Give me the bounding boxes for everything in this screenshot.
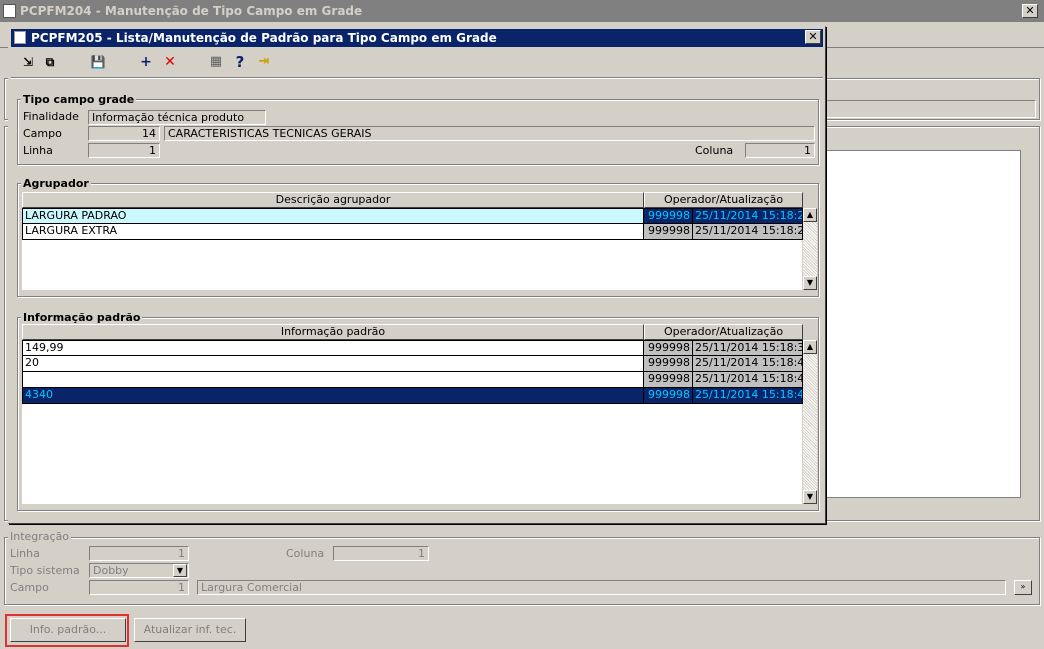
agrupador-scroll-down-icon[interactable]: ▼ (803, 276, 817, 290)
finalidade-field: Informação técnica produto (88, 110, 266, 125)
table-row[interactable]: 4340 999998 25/11/2014 15:18:49 (22, 388, 803, 404)
agrupador-col-operador[interactable]: Operador/Atualização (644, 192, 803, 208)
toolbar-divider (11, 77, 823, 79)
modal-window: PCPFM205 - Lista/Manutenção de Padrão pa… (8, 26, 826, 524)
campo-label: Campo (23, 127, 62, 140)
calculator-icon[interactable]: ▦ (207, 53, 225, 71)
integracao-linha-label: Linha (10, 547, 40, 560)
informacao-row-value[interactable]: 149,99 (22, 340, 644, 356)
campo-desc-field: CARACTERISTICAS TECNICAS GERAIS (164, 126, 815, 141)
outer-preview-area (826, 150, 1021, 498)
informacao-row-op: 999998 (644, 356, 693, 372)
informacao-row-date: 25/11/2014 15:18:42 (693, 356, 803, 372)
informacao-scrollbar[interactable] (803, 340, 817, 504)
finalidade-label: Finalidade (23, 110, 79, 123)
informacao-scroll-up-icon[interactable]: ▲ (803, 340, 817, 354)
atualizar-inf-tec-button[interactable]: Atualizar inf. tec. (134, 618, 246, 642)
integracao-coluna-label: Coluna (286, 547, 325, 560)
informacao-row-op: 999998 (644, 340, 693, 356)
outer-close-icon[interactable]: ✕ (1022, 4, 1038, 18)
modal-close-icon[interactable]: ✕ (805, 30, 821, 44)
agrupador-row-desc[interactable]: LARGURA PADRAO (22, 208, 644, 224)
integracao-tipo-sistema-label: Tipo sistema (10, 564, 80, 577)
campo-lookup-icon[interactable]: » (1014, 580, 1032, 595)
coluna-label: Coluna (695, 144, 734, 157)
informacao-row-op: 999998 (644, 388, 693, 404)
informacao-padrao-label: Informação padrão (21, 311, 143, 324)
informacao-row-date: 25/11/2014 15:18:49 (693, 388, 803, 404)
agrupador-row-desc[interactable]: LARGURA EXTRA (22, 224, 644, 240)
linha-label: Linha (23, 144, 53, 157)
informacao-row-value[interactable]: 4340 (22, 388, 644, 404)
modal-app-icon (14, 31, 26, 44)
agrupador-row-date: 25/11/2014 15:18:22 (693, 208, 803, 224)
agrupador-col-desc[interactable]: Descrição agrupador (22, 192, 644, 208)
informacao-row-value[interactable]: 20 (22, 356, 644, 372)
integracao-campo-label: Campo (10, 581, 49, 594)
agrupador-row-date: 25/11/2014 15:18:26 (693, 224, 803, 240)
informacao-row-date: 25/11/2014 15:18:38 (693, 340, 803, 356)
modal-toolbar: ⇲ ⧉ 💾 + ✕ ▦ ? ⇥ (11, 51, 823, 75)
agrupador-scroll-up-icon[interactable]: ▲ (803, 208, 817, 222)
informacao-row-value[interactable] (22, 372, 644, 388)
outer-window-titlebar: PCPFM204 - Manutenção de Tipo Campo em G… (0, 0, 1044, 22)
agrupador-row-op: 999998 (644, 208, 693, 224)
help-icon[interactable]: ? (231, 53, 249, 71)
modal-title: PCPFM205 - Lista/Manutenção de Padrão pa… (31, 31, 497, 45)
exit-icon[interactable]: ⇥ (255, 53, 273, 71)
copy-icon[interactable]: ⧉ (41, 53, 59, 71)
app-icon (3, 4, 16, 18)
integracao-campo-code[interactable]: 1 (89, 580, 189, 595)
integracao-group-label: Integração (8, 530, 72, 543)
informacao-scroll-down-icon[interactable]: ▼ (803, 490, 817, 504)
agrupador-row-op: 999998 (644, 224, 693, 240)
informacao-col-operador[interactable]: Operador/Atualização (644, 324, 803, 340)
tipo-campo-grade-label: Tipo campo grade (21, 93, 137, 106)
tipo-sistema-value: Dobby (93, 564, 129, 577)
tipo-sistema-chevron-down-icon[interactable]: ▼ (173, 564, 187, 577)
informacao-row-date: 25/11/2014 15:18:43 (693, 372, 803, 388)
table-row[interactable]: 149,99 999998 25/11/2014 15:18:38 (22, 340, 803, 356)
add-icon[interactable]: + (137, 53, 155, 71)
table-row[interactable]: LARGURA EXTRA 999998 25/11/2014 15:18:26 (22, 224, 803, 240)
outer-toolbar-edge (0, 28, 8, 46)
table-row[interactable]: LARGURA PADRAO 999998 25/11/2014 15:18:2… (22, 208, 803, 224)
agrupador-label: Agrupador (21, 177, 91, 190)
table-row[interactable]: 999998 25/11/2014 15:18:43 (22, 372, 803, 388)
campo-code-field: 14 (88, 126, 160, 141)
info-padrao-button[interactable]: Info. padrão... (10, 618, 126, 642)
modal-titlebar: PCPFM205 - Lista/Manutenção de Padrão pa… (11, 29, 823, 47)
informacao-col-desc[interactable]: Informação padrão (22, 324, 644, 340)
outer-window-title: PCPFM204 - Manutenção de Tipo Campo em G… (20, 4, 363, 18)
save-icon[interactable]: 💾 (89, 53, 107, 71)
informacao-row-op: 999998 (644, 372, 693, 388)
table-row[interactable]: 20 999998 25/11/2014 15:18:42 (22, 356, 803, 372)
first-record-icon[interactable]: ⇲ (19, 53, 37, 71)
coluna-field: 1 (745, 143, 815, 158)
integracao-coluna-field[interactable]: 1 (333, 546, 429, 561)
outer-header-field (826, 100, 1036, 118)
linha-field: 1 (88, 143, 160, 158)
delete-icon[interactable]: ✕ (161, 53, 179, 71)
integracao-campo-desc: Largura Comercial (197, 580, 1006, 595)
integracao-linha-field[interactable]: 1 (89, 546, 189, 561)
